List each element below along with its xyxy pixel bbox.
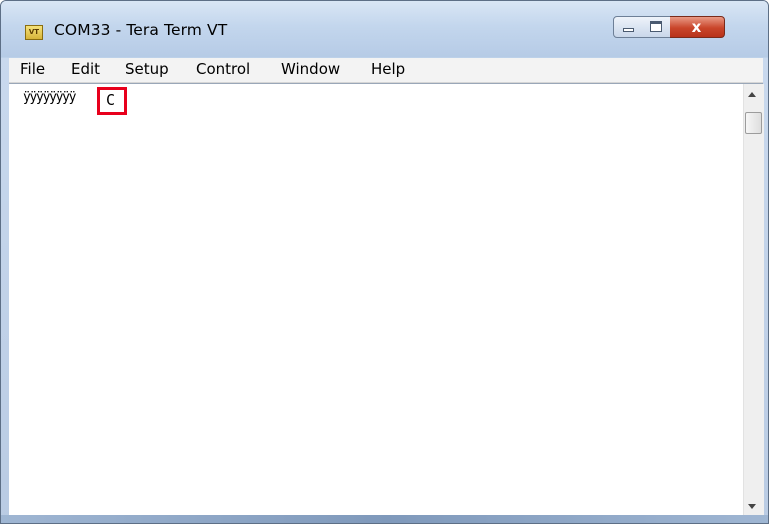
- close-icon: x: [691, 18, 702, 36]
- menu-edit[interactable]: Edit: [71, 60, 100, 78]
- menu-file[interactable]: File: [20, 60, 45, 78]
- maximize-button[interactable]: [642, 16, 671, 38]
- terminal-output: ÿÿÿÿÿÿÿÿ: [23, 90, 77, 105]
- maximize-icon: [650, 21, 662, 32]
- minimize-button[interactable]: [613, 16, 643, 38]
- menu-bar: File Edit Setup Control Window Help: [9, 58, 763, 83]
- tera-term-window: VT COM33 - Tera Term VT x File Edit Setu…: [0, 0, 769, 524]
- window-frame-bottom: [1, 515, 768, 523]
- highlight-box: [97, 87, 127, 115]
- vertical-scrollbar[interactable]: [743, 84, 764, 516]
- menu-window[interactable]: Window: [281, 60, 340, 78]
- arrow-up-icon[interactable]: [748, 92, 756, 97]
- terminal-screen[interactable]: ÿÿÿÿÿÿÿÿ C: [9, 84, 743, 516]
- menu-setup[interactable]: Setup: [125, 60, 169, 78]
- window-frame-left: [1, 58, 9, 523]
- arrow-down-icon[interactable]: [748, 504, 756, 509]
- window-title: COM33 - Tera Term VT: [54, 21, 228, 39]
- minimize-icon: [623, 28, 634, 32]
- tera-term-vt-icon[interactable]: VT: [25, 25, 43, 40]
- client-area: ÿÿÿÿÿÿÿÿ C: [9, 83, 764, 516]
- menu-help[interactable]: Help: [371, 60, 405, 78]
- close-button[interactable]: x: [670, 16, 725, 38]
- title-bar[interactable]: VT COM33 - Tera Term VT x: [1, 1, 768, 57]
- scroll-thumb[interactable]: [745, 112, 762, 134]
- menu-control[interactable]: Control: [196, 60, 250, 78]
